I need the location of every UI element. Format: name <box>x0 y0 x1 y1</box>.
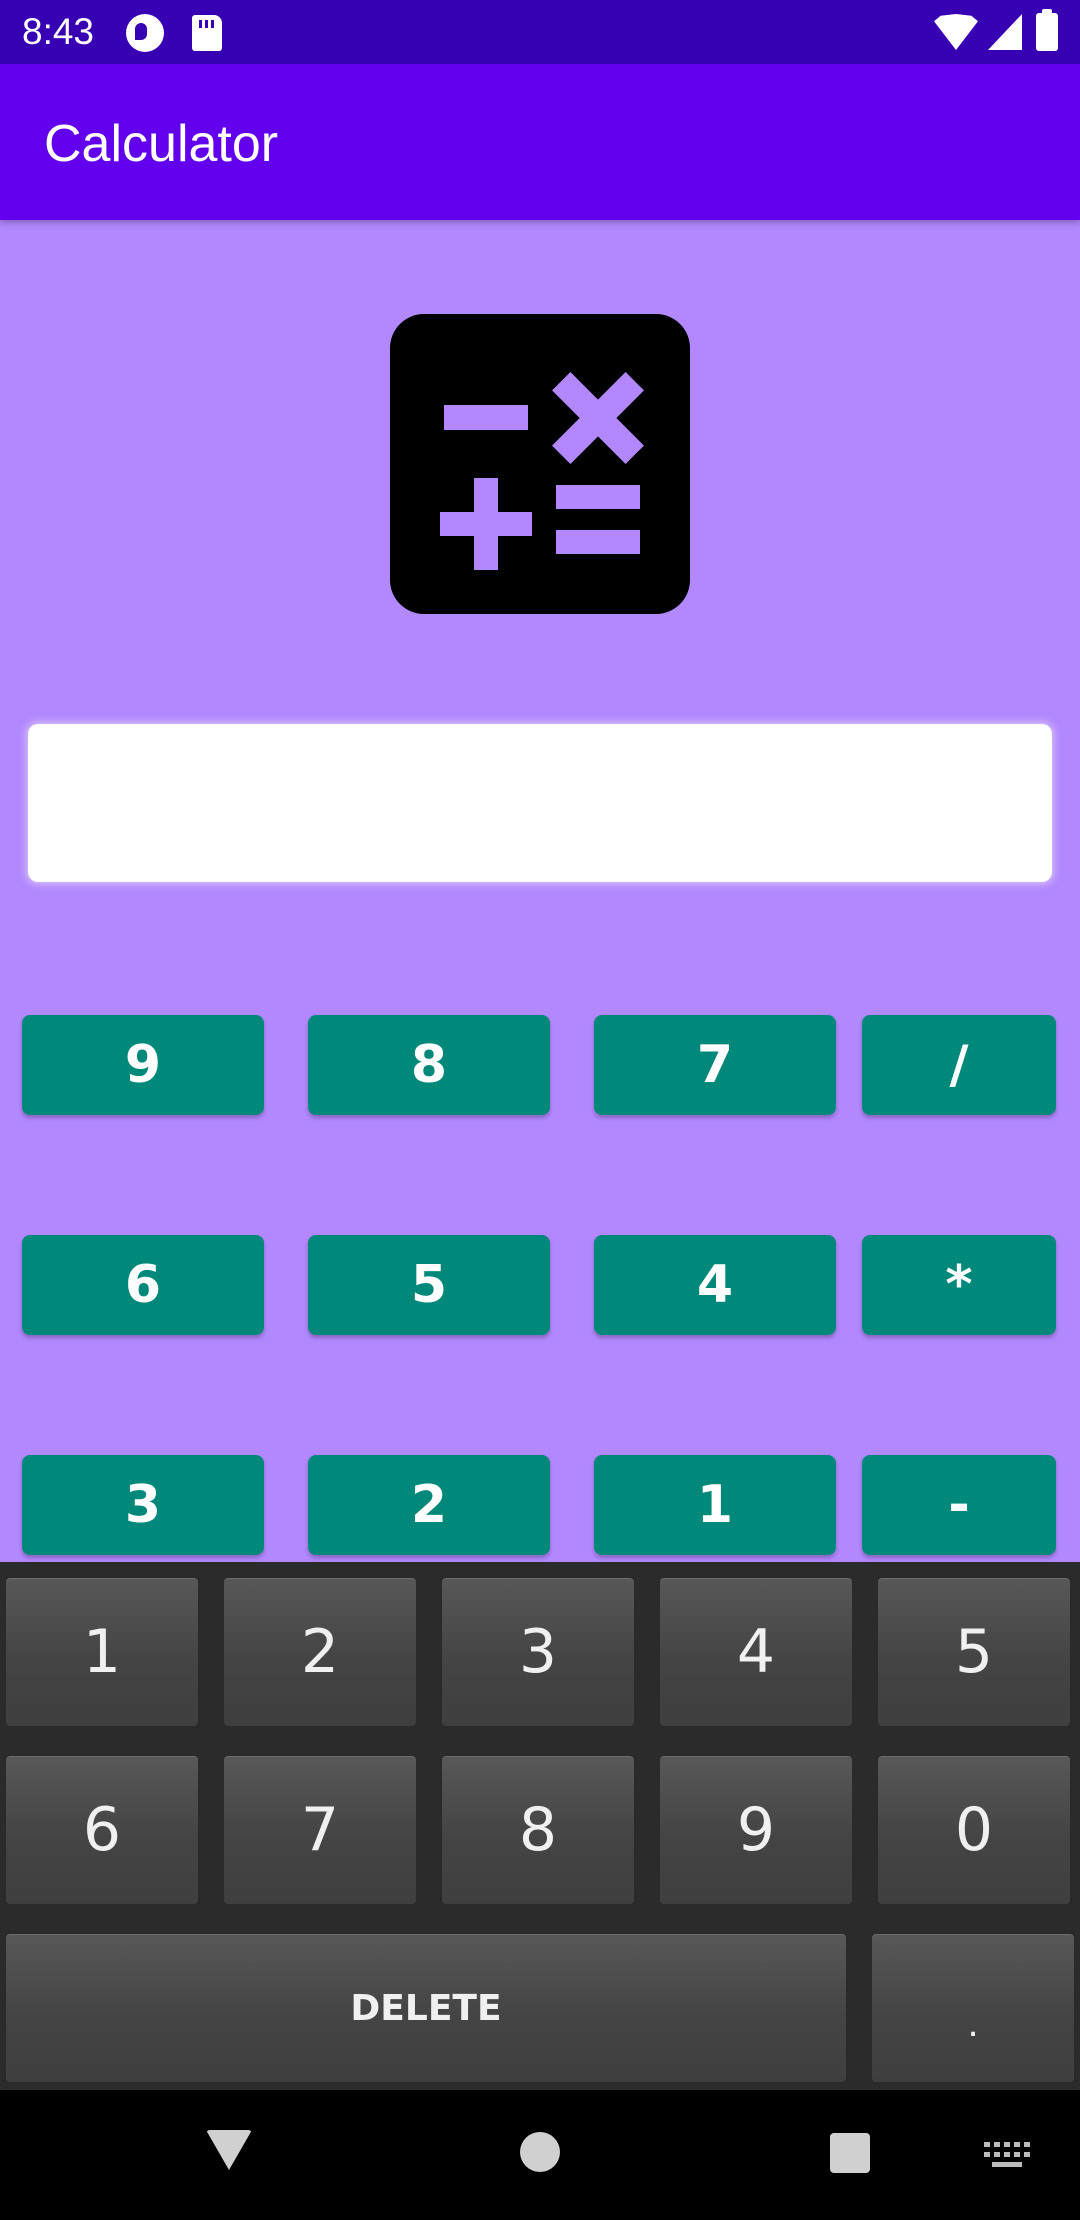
delete-key[interactable]: DELETE <box>4 1932 848 2084</box>
wifi-icon <box>934 14 978 50</box>
status-time: 8:43 <box>22 11 95 52</box>
button-3[interactable]: 3 <box>22 1455 264 1555</box>
cellular-signal-icon <box>988 14 1022 50</box>
decimal-point-key[interactable]: . <box>870 1932 1076 2084</box>
app-bar: Calculator <box>0 64 1080 220</box>
app-title: Calculator <box>44 115 279 173</box>
button-1[interactable]: 1 <box>594 1455 836 1555</box>
button-8[interactable]: 8 <box>308 1015 550 1115</box>
button-7[interactable]: 7 <box>594 1015 836 1115</box>
button-9[interactable]: 9 <box>22 1015 264 1115</box>
status-bar: 8:43 <box>0 0 1080 64</box>
status-icons <box>934 9 1058 52</box>
calculator-operations-svg <box>440 372 644 570</box>
result-display[interactable] <box>28 724 1052 882</box>
key-7[interactable]: 7 <box>222 1754 418 1906</box>
button-5[interactable]: 5 <box>308 1235 550 1335</box>
calculator-operations-icon <box>390 314 690 614</box>
key-9[interactable]: 9 <box>658 1754 854 1906</box>
app-notification-icon <box>126 14 164 52</box>
sd-card-icon <box>192 15 222 51</box>
key-1[interactable]: 1 <box>4 1576 200 1728</box>
navigation-bar <box>0 2090 1080 2220</box>
back-icon[interactable] <box>206 2130 252 2170</box>
button-multiply[interactable]: * <box>862 1235 1056 1335</box>
button-divide[interactable]: / <box>862 1015 1056 1115</box>
battery-icon <box>1036 9 1058 51</box>
key-4[interactable]: 4 <box>658 1576 854 1728</box>
home-icon[interactable] <box>520 2132 560 2172</box>
key-0[interactable]: 0 <box>876 1754 1072 1906</box>
numeric-keyboard: 1 2 3 4 5 6 7 8 9 0 DELETE . <box>0 1562 1080 2090</box>
button-6[interactable]: 6 <box>22 1235 264 1335</box>
button-subtract[interactable]: - <box>862 1455 1056 1555</box>
recent-apps-icon[interactable] <box>830 2133 870 2173</box>
key-5[interactable]: 5 <box>876 1576 1072 1728</box>
button-2[interactable]: 2 <box>308 1455 550 1555</box>
key-3[interactable]: 3 <box>440 1576 636 1728</box>
keyboard-switch-icon[interactable] <box>984 2142 1030 2170</box>
key-6[interactable]: 6 <box>4 1754 200 1906</box>
key-8[interactable]: 8 <box>440 1754 636 1906</box>
key-2[interactable]: 2 <box>222 1576 418 1728</box>
button-4[interactable]: 4 <box>594 1235 836 1335</box>
